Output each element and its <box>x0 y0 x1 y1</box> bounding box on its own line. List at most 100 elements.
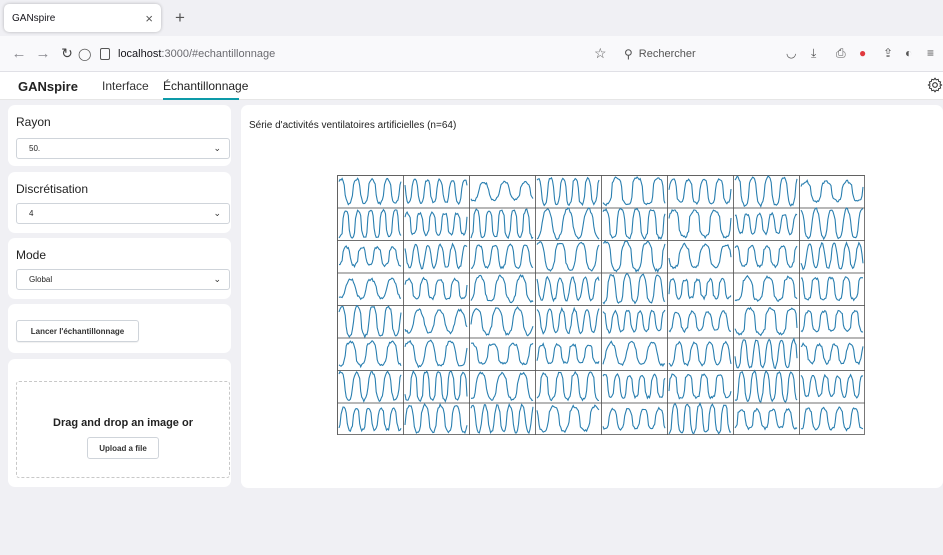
shield-icon: ◯ <box>78 47 92 61</box>
series-line <box>536 207 600 240</box>
series-line <box>800 342 864 366</box>
series-line <box>536 275 600 303</box>
series-line <box>470 208 534 240</box>
back-icon[interactable]: ← <box>8 43 30 65</box>
series-line <box>339 245 402 269</box>
series-line <box>801 276 864 302</box>
results-panel: Série d'activités ventilatoires artifici… <box>241 105 943 488</box>
upload-card: Drag and drop an image or Upload a file <box>8 359 231 487</box>
pocket-icon[interactable]: ◡ <box>786 46 796 60</box>
url-bar[interactable]: ◯ localhost:3000/#echantillonnage <box>78 43 616 65</box>
series-cell <box>799 207 865 241</box>
discretisation-value: 4 <box>29 209 34 218</box>
discretisation-label: Discrétisation <box>16 182 89 196</box>
series-line <box>800 241 864 271</box>
chevron-down-icon: ⌄ <box>213 143 221 153</box>
upload-file-button[interactable]: Upload a file <box>87 437 159 459</box>
app-brand[interactable]: GANspire <box>18 79 78 94</box>
series-cell <box>733 337 800 371</box>
series-line <box>734 306 798 337</box>
series-line <box>602 309 666 334</box>
mode-select[interactable]: Global ⌄ <box>16 269 230 290</box>
gear-icon[interactable] <box>927 77 943 93</box>
browser-navbar: ← → ↻ ◯ localhost:3000/#echantillonnage … <box>0 36 943 72</box>
series-line <box>404 369 468 403</box>
series-cell <box>469 337 536 371</box>
reload-icon[interactable]: ↻ <box>56 43 78 65</box>
extensions-icon[interactable]: ◐ <box>905 46 912 60</box>
series-line <box>404 402 468 435</box>
chevron-down-icon: ⌄ <box>213 274 221 284</box>
series-line <box>602 176 666 207</box>
browser-tabbar: GANspire × + <box>0 0 943 36</box>
bookmark-star-icon[interactable]: ☆ <box>594 45 607 62</box>
series-line <box>734 337 798 370</box>
search-placeholder: Rechercher <box>638 48 696 60</box>
series-line <box>404 276 468 301</box>
active-tab-indicator <box>163 98 239 100</box>
series-line <box>404 308 468 335</box>
series-line <box>734 274 798 302</box>
series-line <box>734 407 798 431</box>
series-line <box>536 404 600 434</box>
series-line <box>470 371 534 402</box>
menu-icon[interactable]: ≡ <box>927 46 934 60</box>
series-line <box>734 369 798 403</box>
series-cell <box>403 240 470 274</box>
series-line <box>404 177 468 206</box>
series-cell <box>799 337 865 371</box>
series-line <box>800 207 864 241</box>
mode-value: Global <box>29 275 53 284</box>
discretisation-card: Discrétisation 4 ⌄ <box>8 172 231 233</box>
series-line <box>602 207 666 240</box>
series-line <box>470 180 534 202</box>
series-line <box>668 277 732 301</box>
series-line <box>470 243 534 270</box>
series-cell <box>601 402 668 435</box>
series-line <box>536 176 600 207</box>
series-cell <box>601 272 668 306</box>
browser-tab-title: GANspire <box>12 12 56 24</box>
print-icon[interactable]: ⎙ <box>836 46 846 61</box>
app-header: GANspire Interface Échantillonnage <box>0 72 943 100</box>
series-line <box>668 178 732 206</box>
download-icon[interactable]: ⤓ <box>811 46 816 61</box>
search-input[interactable]: ⚲ Rechercher <box>616 43 776 65</box>
discretisation-select[interactable]: 4 ⌄ <box>16 203 230 224</box>
series-line <box>338 406 402 433</box>
series-cell <box>337 272 404 306</box>
rayon-label: Rayon <box>16 115 51 129</box>
rayon-card: Rayon 50. ⌄ <box>8 105 231 166</box>
series-line <box>404 242 468 270</box>
browser-tab[interactable]: GANspire × <box>4 4 161 32</box>
adblock-icon[interactable]: ● <box>859 46 866 60</box>
series-cell <box>469 175 536 209</box>
series-line <box>338 370 402 403</box>
image-dropzone[interactable]: Drag and drop an image or Upload a file <box>16 381 230 478</box>
series-line <box>536 306 600 335</box>
dropzone-text: Drag and drop an image or <box>53 417 193 429</box>
series-line <box>668 208 732 240</box>
series-line <box>668 310 732 334</box>
series-line <box>338 208 402 239</box>
series-cell <box>667 402 734 435</box>
rayon-select[interactable]: 50. ⌄ <box>16 138 230 159</box>
series-line <box>602 340 666 367</box>
series-cell <box>733 402 800 435</box>
series-line <box>800 309 864 333</box>
share-icon[interactable]: ⇪ <box>883 46 893 60</box>
launch-sampling-button[interactable]: Lancer l'échantillonnage <box>16 320 139 342</box>
series-line <box>338 177 402 206</box>
url-path: :3000/#echantillonnage <box>161 48 276 60</box>
forward-icon[interactable]: → <box>32 43 54 65</box>
close-tab-icon[interactable]: × <box>145 11 153 26</box>
tab-interface[interactable]: Interface <box>102 79 149 93</box>
series-line <box>338 277 402 301</box>
series-line <box>734 175 798 208</box>
tab-echantillonnage[interactable]: Échantillonnage <box>163 79 248 93</box>
series-line <box>338 340 402 369</box>
new-tab-icon[interactable]: + <box>175 8 185 28</box>
series-line <box>734 244 798 269</box>
page-icon <box>100 48 110 60</box>
rayon-value: 50. <box>29 144 41 153</box>
